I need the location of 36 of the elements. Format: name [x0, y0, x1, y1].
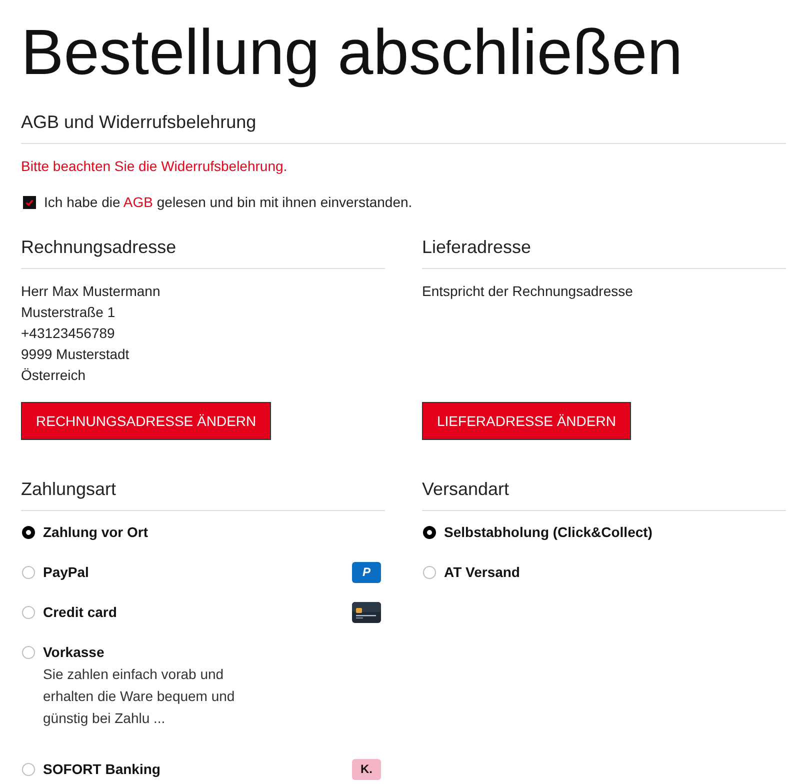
radio-button[interactable]: [22, 606, 35, 618]
radio-button[interactable]: [423, 526, 436, 538]
option-description: Sie zahlen einfach vorab und erhalten die Ware bequem und günstig bei Zahlu ...: [43, 665, 236, 728]
section-heading: Versandart: [422, 478, 510, 501]
section-heading: Zahlungsart: [21, 478, 116, 501]
address-line: +43123456789: [21, 324, 115, 343]
page-title: Bestellung abschließen: [21, 16, 683, 88]
radio-button[interactable]: [22, 646, 35, 658]
checkbox[interactable]: [23, 196, 36, 208]
address-line: Herr Max Mustermann: [21, 282, 160, 301]
radio-button[interactable]: [22, 526, 35, 538]
notice-text: Bitte beachten Sie die Widerrufsbelehrung.: [21, 157, 288, 176]
radio-button[interactable]: [22, 762, 35, 776]
payment-logo: P: [352, 562, 381, 582]
radio-button[interactable]: [22, 566, 35, 578]
option-label: SOFORT Banking: [43, 760, 160, 779]
option-label: PayPal: [43, 563, 89, 582]
section-heading: Rechnungsadresse: [21, 236, 176, 259]
option-label: AT Versand: [444, 563, 520, 582]
radio-button[interactable]: [423, 566, 436, 578]
consent-text: Ich habe die AGB gelesen und bin mit ihnen einverstanden.: [44, 193, 412, 212]
option-label: Credit card: [43, 603, 117, 622]
option-label: Selbstabholung (Click&Collect): [444, 523, 652, 542]
address-line: 9999 Musterstadt: [21, 345, 130, 364]
address-line: Musterstraße 1: [21, 303, 116, 322]
terms-link[interactable]: AGB: [123, 194, 153, 210]
option-label: Vorkasse: [43, 643, 104, 662]
section-heading: Lieferadresse: [422, 236, 532, 259]
change-address-button[interactable]: RECHNUNGSADRESSE ÄNDERN: [21, 402, 272, 440]
credit-card-icon: [352, 602, 381, 622]
payment-logo: K.: [352, 758, 381, 780]
change-address-button[interactable]: LIEFERADRESSE ÄNDERN: [422, 402, 631, 440]
section-heading: AGB und Widerrufsbelehrung: [21, 111, 256, 134]
address-line: Entspricht der Rechnungsadresse: [422, 282, 633, 301]
address-line: Österreich: [21, 366, 86, 385]
option-label: Zahlung vor Ort: [43, 523, 148, 542]
